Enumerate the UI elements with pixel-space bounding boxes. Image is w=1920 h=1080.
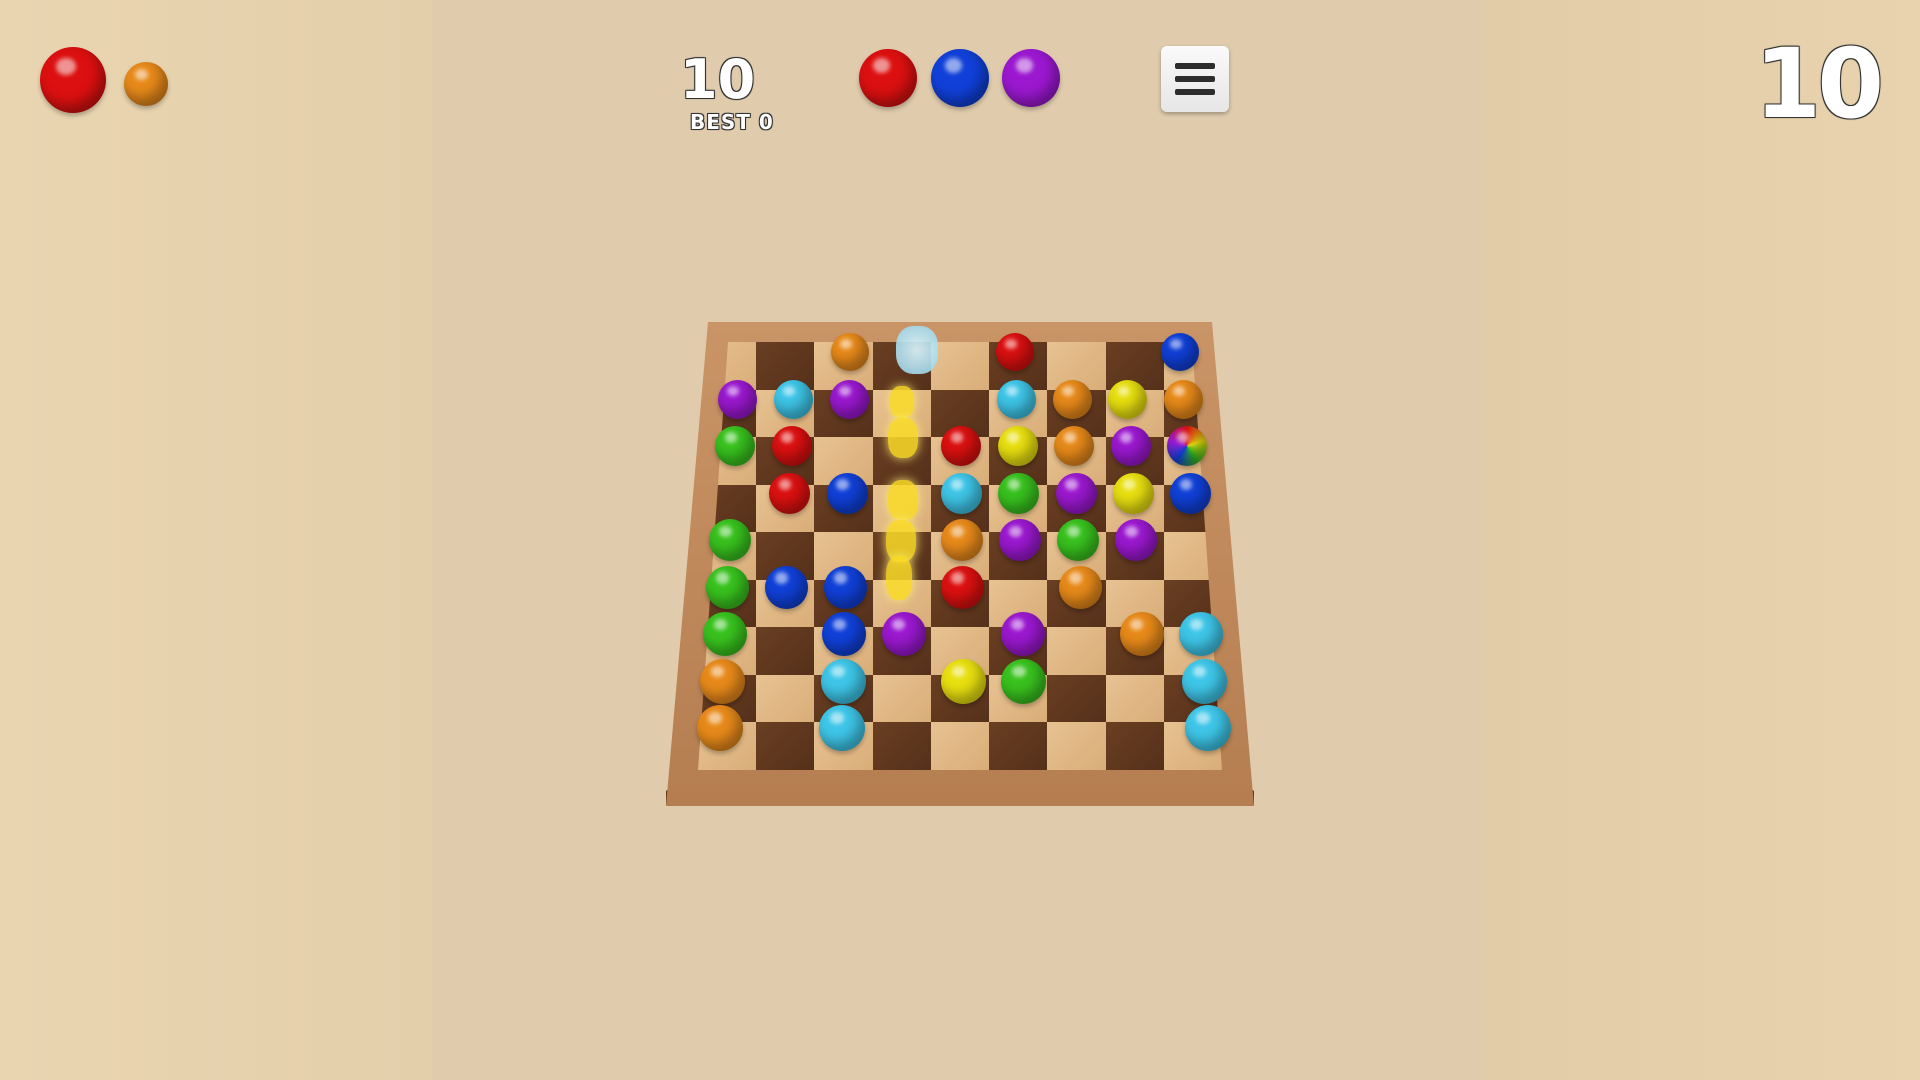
background-right-panel	[1486, 0, 1920, 1080]
best-label: BEST	[690, 110, 751, 134]
cyan-ball[interactable]	[1185, 705, 1231, 751]
board-cell[interactable]	[1047, 627, 1106, 675]
orange-ball[interactable]	[700, 658, 745, 704]
purple-ball[interactable]	[1115, 519, 1157, 561]
cyan-ball[interactable]	[773, 379, 813, 419]
next-ball-blue	[931, 49, 989, 107]
board-cell[interactable]	[930, 342, 990, 390]
orange-ball[interactable]	[941, 519, 983, 561]
red-ball[interactable]	[771, 426, 812, 466]
orange-ball[interactable]	[1054, 426, 1094, 466]
best-value: 0	[758, 110, 774, 134]
orange-ball[interactable]	[1164, 379, 1203, 419]
red-ball[interactable]	[941, 565, 984, 609]
board-cell[interactable]	[756, 674, 815, 723]
purple-ball[interactable]	[1000, 612, 1045, 656]
purple-ball[interactable]	[718, 379, 757, 419]
multicolor-ball[interactable]	[1167, 426, 1207, 466]
board-cell[interactable]	[1047, 674, 1106, 723]
purple-ball[interactable]	[999, 519, 1041, 561]
yellow-ball[interactable]	[997, 426, 1038, 466]
green-ball[interactable]	[1001, 658, 1047, 704]
blue-ball[interactable]	[822, 612, 866, 656]
orange-ball[interactable]	[1058, 565, 1102, 609]
orange-ball[interactable]	[1119, 612, 1164, 656]
large-score-display: 10	[1754, 28, 1884, 140]
board-cell[interactable]	[756, 627, 815, 675]
board-cell[interactable]	[1047, 722, 1106, 770]
yellow-ball[interactable]	[941, 658, 986, 704]
cyan-ball[interactable]	[1182, 658, 1227, 704]
current-ball-orange	[124, 62, 168, 106]
current-ball-red	[40, 47, 106, 113]
blue-ball[interactable]	[823, 565, 867, 609]
green-ball[interactable]	[706, 565, 749, 609]
menu-button[interactable]	[1161, 46, 1229, 112]
orange-ball[interactable]	[1052, 379, 1092, 419]
board-cell[interactable]	[1105, 722, 1164, 770]
board-cell[interactable]	[756, 722, 815, 770]
green-ball[interactable]	[703, 612, 747, 656]
best-score: BEST 0	[690, 110, 774, 134]
orange-ball[interactable]	[831, 333, 869, 371]
next-ball-purple	[1002, 49, 1060, 107]
board-cell[interactable]	[1105, 674, 1164, 723]
red-ball[interactable]	[996, 333, 1034, 371]
cyan-ball[interactable]	[941, 472, 982, 514]
purple-ball[interactable]	[1055, 472, 1097, 514]
orange-ball[interactable]	[697, 705, 743, 751]
green-ball[interactable]	[998, 472, 1040, 514]
purple-ball[interactable]	[881, 612, 926, 656]
purple-ball[interactable]	[1110, 426, 1151, 466]
board-cell[interactable]	[989, 722, 1048, 770]
score-value: 10	[680, 48, 756, 111]
cyan-ball[interactable]	[996, 379, 1036, 419]
yellow-ball[interactable]	[1108, 379, 1148, 419]
blue-ball[interactable]	[1161, 333, 1199, 371]
next-ball-red	[859, 49, 917, 107]
yellow-ball[interactable]	[1112, 472, 1154, 514]
board-cell[interactable]	[930, 722, 990, 770]
red-ball[interactable]	[941, 426, 981, 466]
cyan-ball[interactable]	[820, 658, 866, 704]
red-ball[interactable]	[769, 472, 811, 514]
cyan-ball[interactable]	[819, 705, 865, 751]
blue-ball[interactable]	[826, 472, 868, 514]
green-ball[interactable]	[715, 426, 755, 466]
board-cell[interactable]	[872, 722, 931, 770]
green-ball[interactable]	[709, 519, 751, 561]
background-left-panel	[0, 0, 432, 1080]
green-ball[interactable]	[1057, 519, 1099, 561]
blue-ball[interactable]	[1170, 472, 1211, 514]
blue-ball[interactable]	[764, 565, 808, 609]
purple-ball[interactable]	[829, 379, 869, 419]
cyan-ball[interactable]	[1179, 612, 1223, 656]
board-cell[interactable]	[872, 674, 931, 723]
